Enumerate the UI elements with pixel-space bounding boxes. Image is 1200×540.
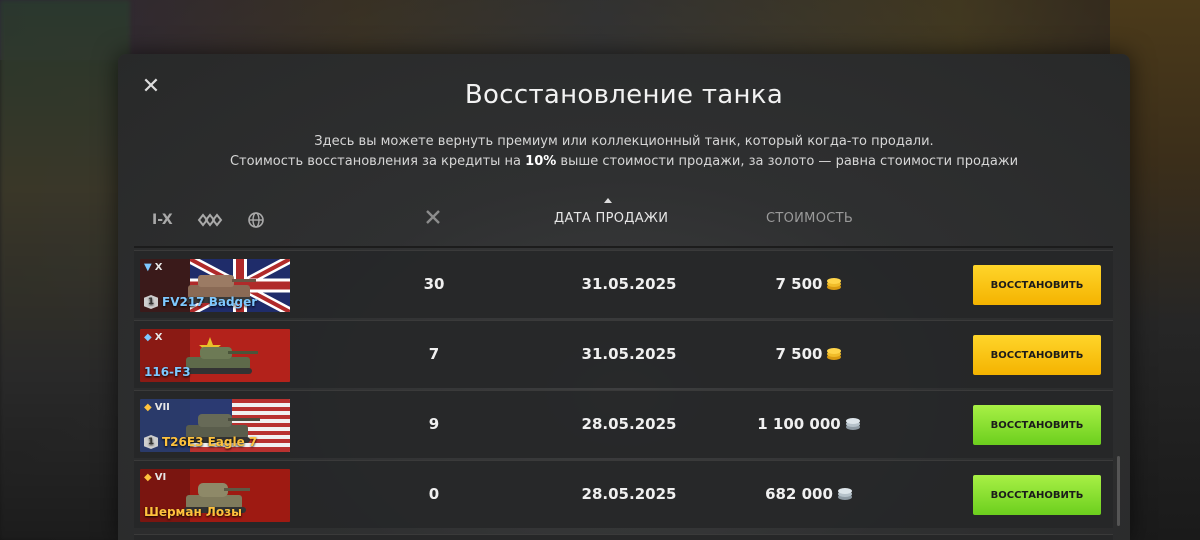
battles-count: 7 — [428, 345, 440, 363]
crossed-swords-icon[interactable] — [424, 208, 442, 230]
battles-count: 0 — [428, 485, 440, 503]
tank-name-text: T26E3 Eagle 7 — [162, 435, 258, 449]
tier-value: X — [154, 262, 163, 273]
description-text-end: выше стоимости продажи, за золото — равн… — [556, 154, 1019, 169]
tier-label: ◆ VII — [144, 402, 170, 413]
tier-label: ◆ VI — [144, 472, 166, 483]
globe-icon[interactable] — [247, 211, 265, 229]
tank-class-icon: ◆ — [144, 472, 152, 483]
cost-value: 7 500 — [775, 275, 823, 293]
battles-count: 30 — [423, 275, 445, 293]
restore-button[interactable]: ВОССТАНОВИТЬ — [973, 335, 1101, 375]
tank-name: Шерман Лозы — [144, 505, 242, 519]
tank-thumbnail: ◆ VII 1 T26E3 Eagle 7 — [140, 399, 290, 452]
filter-bar: I-X — [152, 209, 265, 231]
description-percent: 10% — [525, 154, 557, 169]
sale-date: 28.05.2025 — [581, 485, 677, 503]
tank-thumbnail: ▼ X 1 FV217 Badger — [140, 259, 290, 312]
tank-type-filter-icon[interactable] — [197, 213, 223, 227]
cost-value: 682 000 — [765, 485, 833, 503]
description-text: Стоимость восстановления за кредиты на — [229, 154, 526, 169]
sale-date: 31.05.2025 — [581, 345, 677, 363]
gold-coin-icon — [827, 278, 842, 290]
tank-name-text: Шерман Лозы — [144, 505, 242, 519]
sale-date: 31.05.2025 — [581, 275, 677, 293]
tank-name: 116-F3 — [144, 365, 191, 379]
restore-cost: 7 500 — [744, 345, 874, 363]
description-line-1: Здесь вы можете вернуть премиум или колл… — [314, 134, 934, 149]
restore-cost: 682 000 — [744, 485, 874, 503]
credits-icon — [845, 418, 860, 430]
dialog-title: Восстановление танка — [464, 80, 784, 110]
restore-button[interactable]: ВОССТАНОВИТЬ — [973, 265, 1101, 305]
table-row: ◆ VII 1 T26E3 Eagle 7 9 28.05.2025 1 100 0… — [134, 390, 1113, 458]
tank-thumbnail: ◆ X 116-F3 — [140, 329, 290, 382]
collector-badge-icon: 1 — [144, 295, 158, 309]
restore-button[interactable]: ВОССТАНОВИТЬ — [973, 405, 1101, 445]
restore-cost: 1 100 000 — [744, 415, 874, 433]
restore-button[interactable]: ВОССТАНОВИТЬ — [973, 475, 1101, 515]
background-top — [0, 0, 1200, 60]
tank-class-icon: ◆ — [144, 332, 152, 343]
tank-name-text: FV217 Badger — [162, 295, 258, 309]
tier-value: X — [154, 332, 163, 343]
restore-cost: 7 500 — [744, 275, 874, 293]
tier-filter[interactable]: I-X — [152, 212, 173, 228]
tier-label: ▼ X — [144, 262, 162, 273]
table-row-partial — [134, 534, 1113, 540]
header-divider — [134, 246, 1113, 248]
date-column-header[interactable]: ДАТА ПРОДАЖИ — [554, 211, 668, 226]
credits-icon — [837, 488, 852, 500]
cost-value: 7 500 — [775, 345, 823, 363]
scrollbar[interactable] — [1117, 456, 1120, 526]
table-row: ◆ X 116-F3 7 31.05.2025 7 500 ВОССТАНОВИТ… — [134, 320, 1113, 388]
tank-class-icon: ◆ — [144, 402, 152, 413]
sale-date: 28.05.2025 — [581, 415, 677, 433]
dialog-description: Здесь вы можете вернуть премиум или колл… — [118, 132, 1130, 172]
tank-list: ▼ X 1 FV217 Badger 30 31.05.2025 7 500 ВОС… — [134, 250, 1113, 530]
table-row: ◆ VI Шерман Лозы 0 28.05.2025 682 000 ВОС… — [134, 460, 1113, 528]
description-line-2: Стоимость восстановления за кредиты на 1… — [118, 152, 1130, 172]
tank-name: 1 T26E3 Eagle 7 — [144, 435, 257, 449]
cost-value: 1 100 000 — [757, 415, 841, 433]
tier-value: VII — [154, 402, 170, 413]
tank-name: 1 FV217 Badger — [144, 295, 257, 309]
tank-class-icon: ▼ — [144, 262, 152, 273]
background-left — [0, 0, 130, 540]
collector-badge-icon: 1 — [144, 435, 158, 449]
tier-label: ◆ X — [144, 332, 162, 343]
tank-name-text: 116-F3 — [144, 365, 191, 379]
tier-value: VI — [154, 472, 167, 483]
sort-ascending-icon — [604, 198, 612, 203]
cost-column-header[interactable]: СТОИМОСТЬ — [766, 211, 853, 226]
tank-thumbnail: ◆ VI Шерман Лозы — [140, 469, 290, 522]
battles-count: 9 — [428, 415, 440, 433]
restore-tank-dialog: ✕ Восстановление танка Здесь вы можете в… — [118, 54, 1130, 540]
table-row: ▼ X 1 FV217 Badger 30 31.05.2025 7 500 ВОС… — [134, 250, 1113, 318]
gold-coin-icon — [827, 348, 842, 360]
